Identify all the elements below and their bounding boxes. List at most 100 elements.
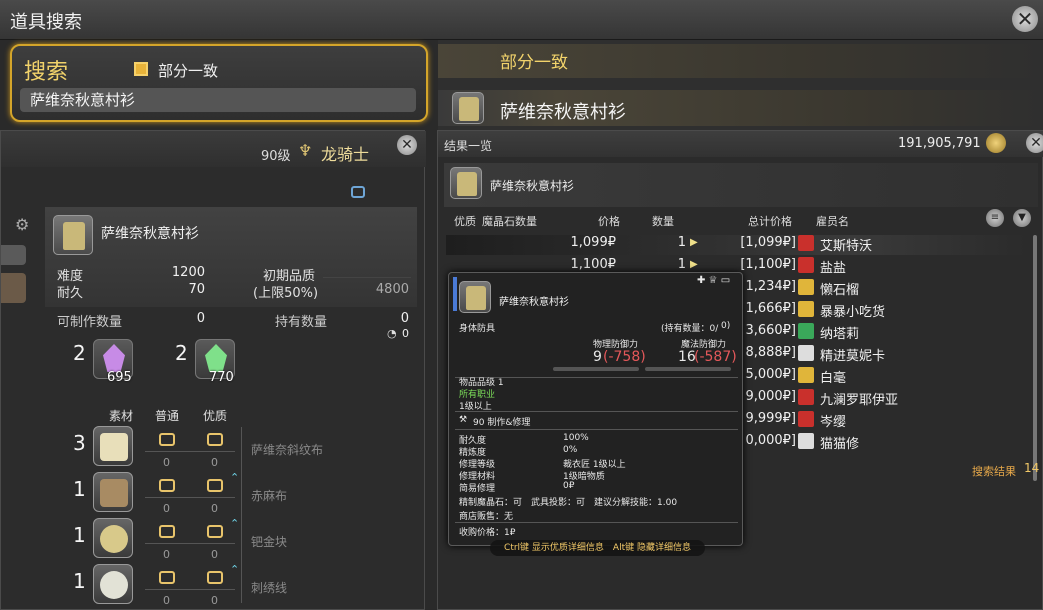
nq-checkbox[interactable] xyxy=(159,433,175,446)
retainer-city-icon xyxy=(798,433,814,449)
retainer-city-icon xyxy=(798,345,814,361)
craft-info: 90 制作&修理 xyxy=(473,418,531,428)
row-total: [1,100₽] xyxy=(740,257,796,272)
row-retainer: 白毫 xyxy=(820,371,847,386)
crystal-stock: 695 xyxy=(107,370,132,385)
filter-icon[interactable]: ▼ xyxy=(1013,209,1031,227)
retainer-city-icon xyxy=(798,367,814,383)
tooltip-divider xyxy=(455,411,738,412)
quality-divider xyxy=(323,277,411,278)
tooltip-item-name: 萨维奈秋意村衫 xyxy=(499,297,569,308)
window-title: 道具搜索 xyxy=(10,12,82,33)
initial-quality-input[interactable] xyxy=(351,186,365,198)
hq-up-icon: ⌃ xyxy=(230,471,240,484)
retainer-city-icon xyxy=(798,279,814,295)
hq-checkbox[interactable] xyxy=(207,571,223,584)
nq-stock: 0 xyxy=(163,548,170,561)
material-count: 1 xyxy=(73,523,86,547)
stat-value: 0₽ xyxy=(563,481,575,491)
tooltip-divider xyxy=(455,522,738,523)
stat-value: 0% xyxy=(563,445,578,455)
material-divider xyxy=(241,427,242,603)
tooltip-category: 身体防具 xyxy=(459,324,496,334)
material-name: 钯金块 xyxy=(251,535,288,549)
stock-divider xyxy=(145,543,235,544)
results-header: 结果一览 191,905,791 ✕ xyxy=(438,131,1043,157)
search-input[interactable] xyxy=(20,88,416,112)
durability-label: 耐久 xyxy=(57,286,84,301)
col-retainer[interactable]: 雇员名 xyxy=(816,213,849,229)
mag-def-bar xyxy=(645,367,731,371)
sell-price: 收购价格：1₽ xyxy=(459,528,516,538)
nq-header: 普通 xyxy=(155,409,180,423)
hq-header: 优质 xyxy=(203,409,228,423)
materia-info: 精制魔晶石：可 武具投影：可 建议分解技能：1.00 xyxy=(459,498,678,508)
crystal-stock: 770 xyxy=(209,370,234,385)
mag-def-diff: (-587) xyxy=(694,349,737,365)
retainer-city-icon xyxy=(798,257,814,273)
material-count: 1 xyxy=(73,569,86,593)
col-price[interactable]: 价格 xyxy=(598,213,620,229)
tooltip-hint: Ctrl键 显示优质详细信息 Alt键 隐藏详细信息 xyxy=(490,540,705,556)
phys-def-diff: (-758) xyxy=(603,349,646,365)
hq-stock: 0 xyxy=(211,456,218,469)
gear-icon[interactable]: ⚙ xyxy=(15,215,29,234)
nq-checkbox[interactable] xyxy=(159,479,175,492)
result-row[interactable]: 1,099₽ 1 ▶ [1,099₽] 艾斯特沃 xyxy=(446,235,1026,255)
phys-def-value: 9 xyxy=(593,349,602,365)
retainer-city-icon xyxy=(798,389,814,405)
material-name: 刺绣线 xyxy=(251,581,288,595)
result-count-label: 搜索结果 xyxy=(972,465,1016,478)
scrollbar[interactable] xyxy=(1033,235,1037,481)
palladium-nugget-icon xyxy=(93,518,133,558)
hq-stock: 0 xyxy=(211,548,218,561)
close-icon[interactable]: ✕ xyxy=(1026,133,1043,153)
hq-checkbox[interactable] xyxy=(207,525,223,538)
item-tooltip: 萨维奈秋意村衫 ✚ ♕ ▭ 身体防具 (持有数量：0/ 0) 物理防御力 9 (… xyxy=(448,272,743,546)
row-retainer: 暴暴小吃货 xyxy=(820,305,886,320)
job-level: 90级 xyxy=(261,149,291,164)
hq-up-icon: ⌃ xyxy=(230,517,240,530)
shirt-icon xyxy=(450,167,482,199)
nq-checkbox[interactable] xyxy=(159,525,175,538)
shirt-icon xyxy=(452,92,484,124)
tooltip-owned: (持有数量：0/ xyxy=(661,324,719,334)
material-count: 3 xyxy=(73,431,86,455)
row-retainer: 艾斯特沃 xyxy=(820,239,873,254)
row-retainer: 纳塔莉 xyxy=(820,327,860,342)
side-tab-active[interactable] xyxy=(1,273,26,303)
hq-up-icon: ⌃ xyxy=(230,563,240,576)
hq-checkbox[interactable] xyxy=(207,433,223,446)
row-retainer: 盐盐 xyxy=(820,261,847,276)
gil-amount: 191,905,791 xyxy=(898,136,981,151)
thread-icon xyxy=(93,564,133,604)
col-quality[interactable]: 优质 xyxy=(454,213,476,229)
recipe-panel-header: 90级 ♆ 龙骑士 ✕ xyxy=(1,131,426,167)
col-total[interactable]: 总计价格 xyxy=(748,213,792,229)
close-icon[interactable]: ✕ xyxy=(1012,6,1038,32)
nq-stock: 0 xyxy=(163,502,170,515)
stock-divider xyxy=(145,589,235,590)
partial-match-checkbox[interactable] xyxy=(134,62,148,76)
shirt-icon xyxy=(459,281,491,313)
difficulty-value: 1200 xyxy=(171,265,205,280)
nq-checkbox[interactable] xyxy=(159,571,175,584)
list-icon[interactable]: ≡ xyxy=(986,209,1004,227)
hq-checkbox[interactable] xyxy=(207,479,223,492)
mode-label: 部分一致 xyxy=(500,53,568,73)
side-tab[interactable] xyxy=(1,245,26,265)
col-qty[interactable]: 数量 xyxy=(652,213,674,229)
shop-info: 商店贩售：无 xyxy=(459,512,514,522)
row-qty: 1 xyxy=(677,235,686,250)
phys-def-bar xyxy=(553,367,639,371)
close-icon[interactable]: ✕ xyxy=(397,135,417,155)
owned-label: 持有数量 xyxy=(275,315,328,330)
stock-divider xyxy=(145,451,235,452)
hq-stock: 0 xyxy=(211,502,218,515)
stat-value: 100% xyxy=(563,433,589,443)
row-retainer: 懒石榴 xyxy=(820,283,860,298)
col-materia[interactable]: 魔晶石数量 xyxy=(482,213,537,229)
craft-repair-icon: ⚒ xyxy=(459,415,468,425)
row-qty: 1 xyxy=(677,257,686,272)
craftable-label: 可制作数量 xyxy=(57,315,123,330)
